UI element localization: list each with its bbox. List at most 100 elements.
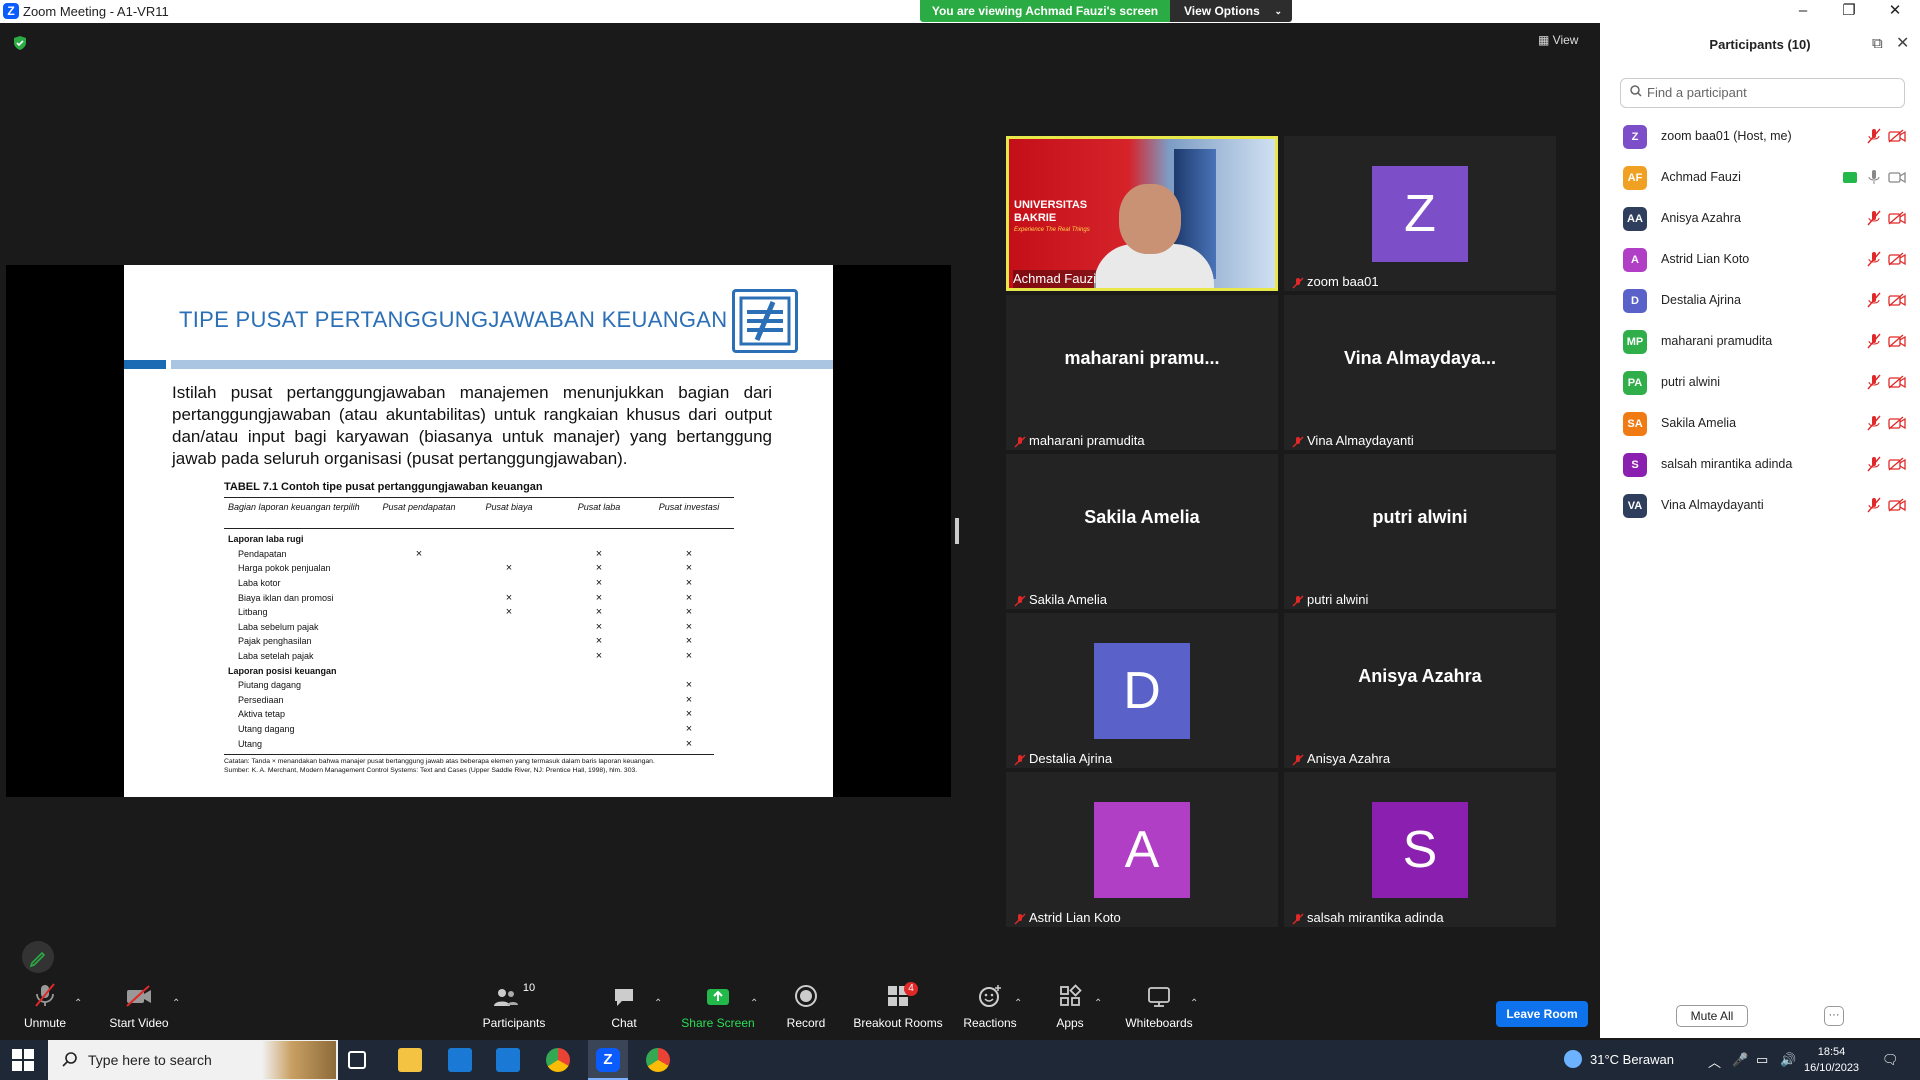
record-button[interactable]: Record [784,978,828,1038]
video-tile[interactable]: Ssalsah mirantika adinda [1284,772,1556,927]
unmute-button[interactable]: Unmute [20,978,70,1038]
mic-muted-icon[interactable] [1867,497,1881,513]
participant-row[interactable]: SA Sakila Amelia [1600,403,1920,444]
participant-row[interactable]: PA putri alwini [1600,362,1920,403]
mic-icon[interactable] [1867,169,1881,185]
mic-muted-icon[interactable] [1867,128,1881,144]
view-button[interactable]: ▦ View [1538,33,1578,47]
tile-name-text: Sakila Amelia [1029,592,1108,607]
table-mark-cell: × [685,737,693,750]
taskbar-clock[interactable]: 18:54 16/10/2023 [1804,1044,1859,1076]
view-options-label: View Options [1184,4,1260,18]
video-off-icon[interactable] [1888,211,1906,225]
resize-handle[interactable] [955,518,959,544]
video-off-icon[interactable] [1888,498,1906,512]
microphone-tray-icon[interactable]: 🎤 [1732,1052,1748,1068]
participant-row[interactable]: Ssalsah mirantika adinda [1600,444,1920,485]
minimize-button[interactable]: – [1780,0,1826,23]
mic-muted-icon [1014,753,1026,766]
chat-button[interactable]: Chat [604,978,644,1038]
video-off-icon[interactable] [1888,334,1906,348]
volume-icon[interactable]: 🔊 [1780,1052,1796,1068]
mic-muted-icon[interactable] [1867,456,1881,472]
participant-row[interactable]: D Destalia Ajrina [1600,280,1920,321]
slide-paragraph: Istilah pusat pertanggungjawaban manajem… [172,383,772,468]
window-title: Zoom Meeting - A1-VR11 [23,4,169,19]
apps-caret[interactable]: ⌃ [1094,998,1102,1009]
apps-label: Apps [1056,1016,1084,1030]
table-header-cell: Pusat biaya [485,502,533,512]
chevron-up-icon[interactable]: ︿ [1708,1052,1721,1071]
audio-options-caret[interactable]: ⌃ [74,998,82,1009]
video-tile[interactable]: maharani pramu... maharani pramudita [1006,295,1278,450]
share-options-caret[interactable]: ⌃ [750,998,758,1009]
video-options-caret[interactable]: ⌃ [172,998,180,1009]
zoom-taskbar-icon[interactable]: Z [588,1040,628,1080]
video-off-icon[interactable] [1888,375,1906,389]
mic-muted-icon[interactable] [1867,415,1881,431]
participants-panel: Participants (10) ⧉ ✕ Find a participant… [1600,23,1920,1038]
table-mark-cell: × [595,562,603,575]
video-off-icon[interactable] [1888,252,1906,266]
encryption-shield-icon[interactable] [12,35,28,51]
participant-row[interactable]: Zzoom baa01 (Host, me) [1600,116,1920,157]
whiteboards-caret[interactable]: ⌃ [1190,998,1198,1009]
video-tile[interactable]: A Astrid Lian Koto [1006,772,1278,927]
table-row: Pendapatan × × × [224,547,734,562]
mail-icon[interactable] [496,1048,520,1072]
mic-muted-icon[interactable] [1867,210,1881,226]
close-window-button[interactable]: ✕ [1872,0,1918,23]
video-tile[interactable]: Zzoom baa01 [1284,136,1556,291]
find-participant-input[interactable]: Find a participant [1620,78,1905,108]
leave-room-button[interactable]: Leave Room [1496,1001,1588,1027]
mic-muted-icon[interactable] [1867,251,1881,267]
weather-text[interactable]: 31°C Berawan [1590,1052,1674,1067]
video-tile[interactable]: Anisya Azahra Anisya Azahra [1284,613,1556,768]
task-view-icon[interactable] [348,1051,366,1069]
participant-row[interactable]: A Astrid Lian Koto [1600,239,1920,280]
participant-row[interactable]: MP maharani pramudita [1600,321,1920,362]
video-icon[interactable] [1888,170,1906,184]
mute-all-button[interactable]: Mute All [1676,1005,1748,1027]
restore-button[interactable]: ❐ [1826,0,1872,23]
video-tile[interactable]: Sakila Amelia Sakila Amelia [1006,454,1278,609]
video-tile[interactable]: D Destalia Ajrina [1006,613,1278,768]
video-tile[interactable]: putri alwini putri alwini [1284,454,1556,609]
reactions-caret[interactable]: ⌃ [1014,998,1022,1009]
network-icon[interactable]: ▭ [1756,1052,1768,1068]
chat-options-caret[interactable]: ⌃ [654,998,662,1009]
video-off-icon[interactable] [1888,129,1906,143]
participant-row[interactable]: VA Vina Almaydayanti [1600,485,1920,526]
annotate-pencil-icon[interactable] [22,941,54,973]
close-panel-icon[interactable]: ✕ [1896,33,1909,53]
notification-icon[interactable]: 🗨 [1882,1052,1899,1068]
popout-icon[interactable]: ⧉ [1872,35,1883,52]
participants-button[interactable]: 10 Participants [478,978,550,1038]
more-options-button[interactable]: ··· [1824,1006,1844,1026]
video-tile[interactable]: UNIVERSITAS BAKRIE Experience The Real Th… [1006,136,1278,291]
chrome-active-icon[interactable] [646,1048,670,1072]
breakout-rooms-button[interactable]: 4 Breakout Rooms [852,978,944,1038]
mic-muted-icon[interactable] [1867,292,1881,308]
whiteboards-button[interactable]: Whiteboards [1124,978,1194,1038]
start-video-button[interactable]: Start Video [104,978,174,1038]
video-tile[interactable]: Vina Almaydaya... Vina Almaydayanti [1284,295,1556,450]
participant-row[interactable]: AA Anisya Azahra [1600,198,1920,239]
participant-avatar: S [1372,802,1468,898]
participant-row[interactable]: AF Achmad Fauzi [1600,157,1920,198]
mic-muted-icon[interactable] [1867,374,1881,390]
table-note: Catatan: Tanda × menandakan bahwa manaje… [224,753,714,775]
video-off-icon[interactable] [1888,416,1906,430]
file-explorer-icon[interactable] [398,1048,422,1072]
viewing-screen-banner: You are viewing Achmad Fauzi's screen [920,0,1170,22]
video-off-icon[interactable] [1888,457,1906,471]
view-options-button[interactable]: View Options ⌄ [1170,0,1292,22]
share-screen-button[interactable]: Share Screen [680,978,756,1038]
windows-start-icon[interactable] [12,1049,34,1071]
reactions-button[interactable]: Reactions [962,978,1018,1038]
mic-muted-icon[interactable] [1867,333,1881,349]
video-off-icon[interactable] [1888,293,1906,307]
apps-button[interactable]: Apps [1052,978,1088,1038]
microsoft-store-icon[interactable] [448,1048,472,1072]
chrome-icon[interactable] [546,1048,570,1072]
